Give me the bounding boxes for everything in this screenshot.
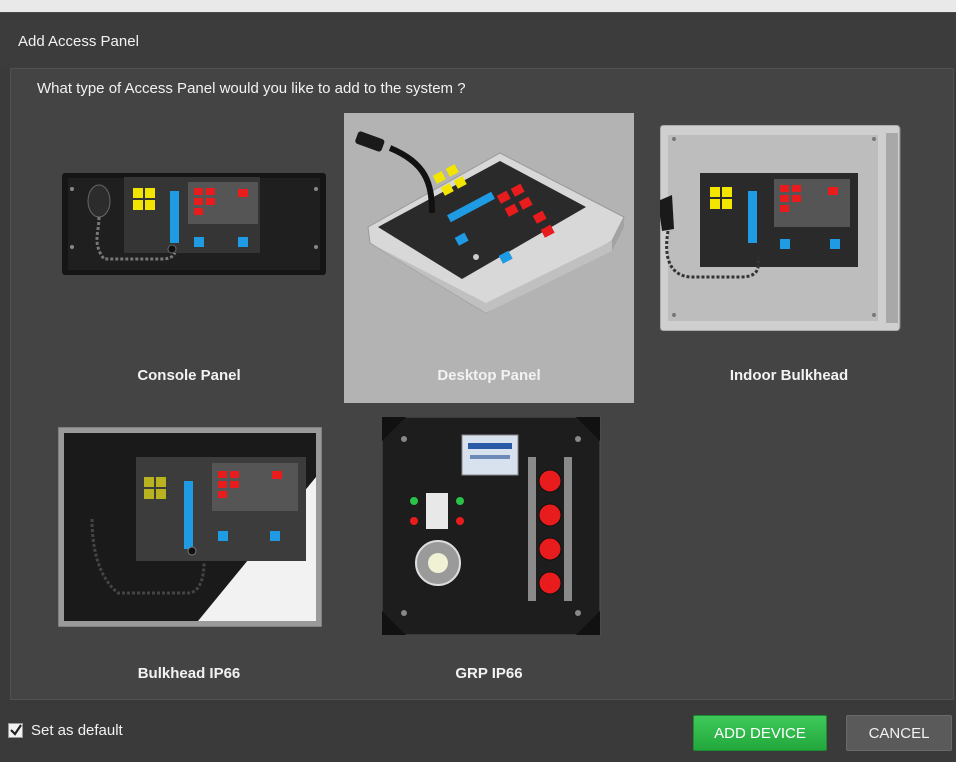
panel-option-grp-ip66[interactable]: GRP IP66 [344,411,634,701]
panel-label: Indoor Bulkhead [729,367,849,384]
top-strip [0,0,956,12]
indoor-bulkhead-image [660,125,901,331]
panel-label: Console Panel [137,367,241,384]
panel-label: Bulkhead IP66 [137,665,241,682]
panel-label: Desktop Panel [437,367,541,384]
desktop-panel-image [355,131,625,314]
dialog-titlebar: Add Access Panel [0,12,956,68]
panel-label: GRP IP66 [455,665,523,682]
cancel-button[interactable]: CANCEL [846,715,952,751]
checkmark-icon [10,724,22,736]
dialog-title: Add Access Panel [18,33,139,50]
add-device-button[interactable]: ADD DEVICE [693,715,827,751]
question-text: What type of Access Panel would you like… [37,80,466,97]
bulkhead-ip66-image [58,427,322,627]
panel-option-desktop[interactable]: Desktop Panel [344,113,634,403]
panel-option-indoor-bulkhead[interactable]: Indoor Bulkhead [644,113,934,403]
set-default-label: Set as default [31,722,123,739]
dialog-footer: Set as default ADD DEVICE CANCEL [0,700,956,762]
set-default-toggle[interactable]: Set as default [8,722,123,739]
grp-ip66-image [382,417,601,635]
panel-option-bulkhead-ip66[interactable]: Bulkhead IP66 [44,411,334,701]
set-default-checkbox[interactable] [8,723,23,738]
panel-option-console[interactable]: Console Panel [44,113,334,403]
console-panel-image [62,173,326,275]
panel-selection-area: What type of Access Panel would you like… [10,68,954,700]
